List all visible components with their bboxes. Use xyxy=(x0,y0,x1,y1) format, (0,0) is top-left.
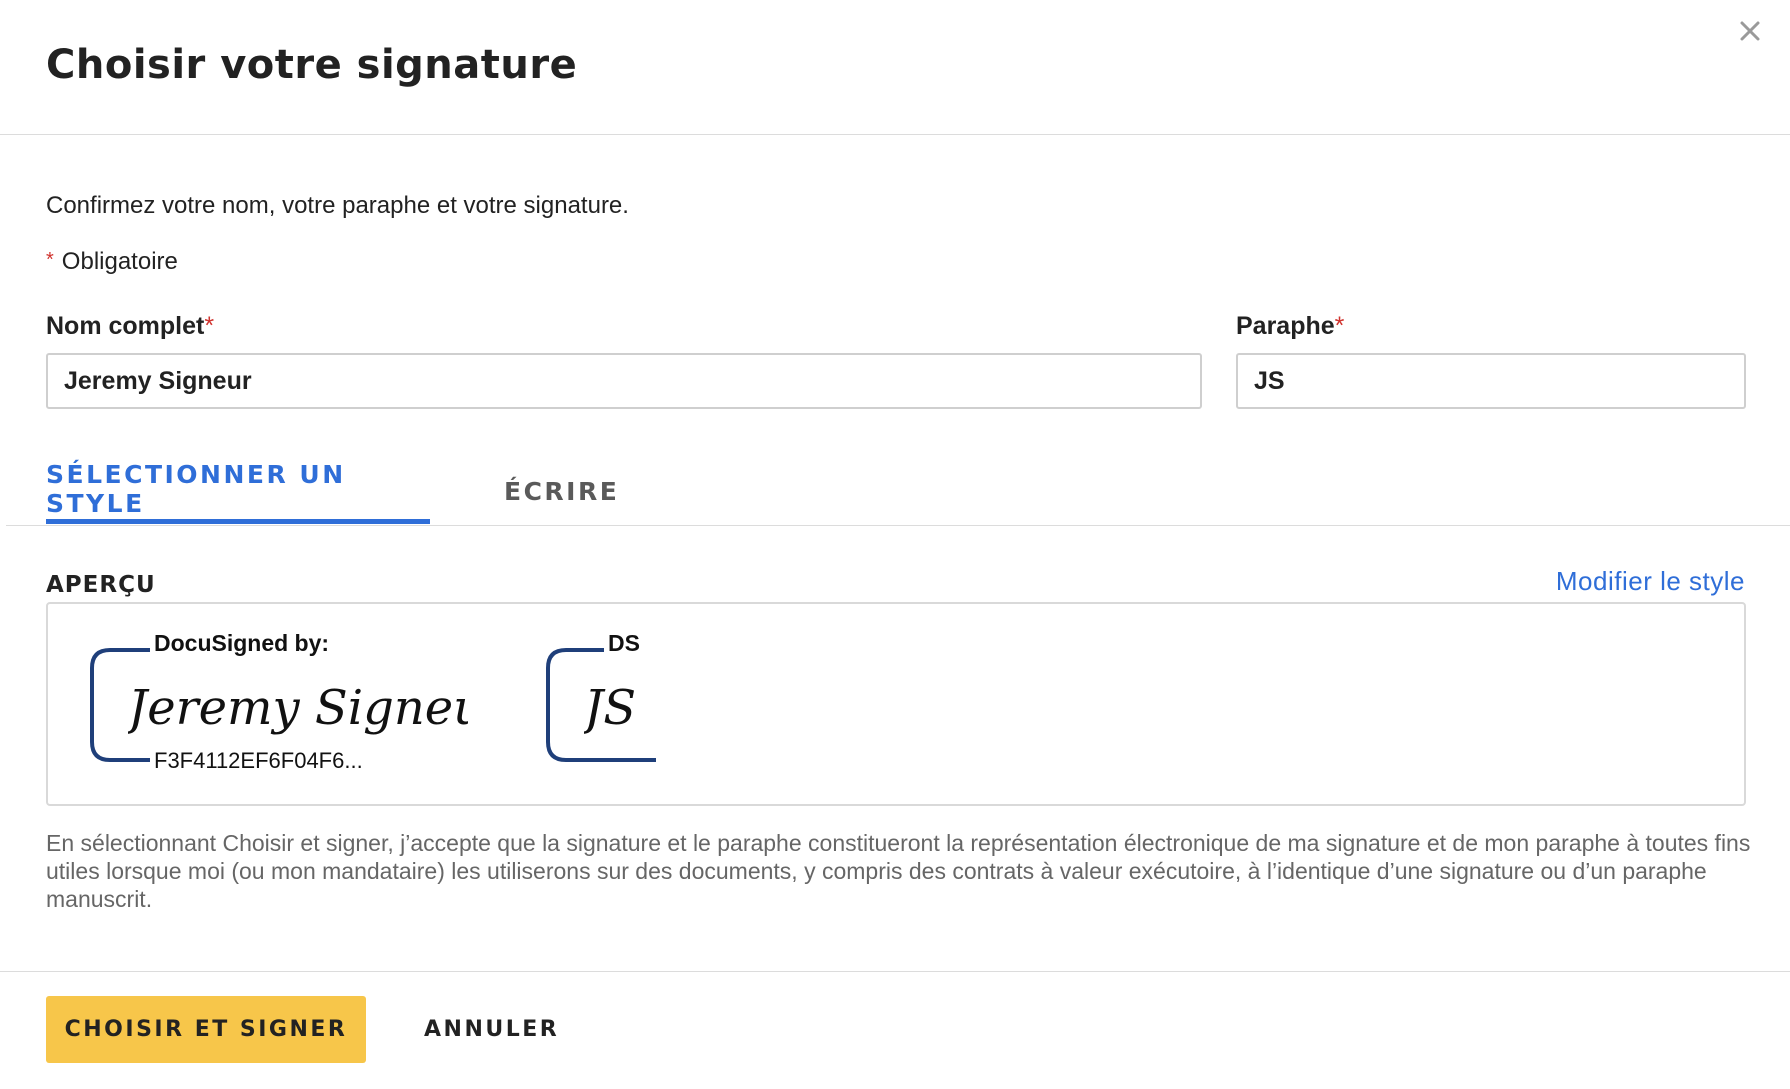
choose-and-sign-button[interactable]: CHOISIR ET SIGNER xyxy=(46,996,366,1063)
cancel-button[interactable]: ANNULER xyxy=(402,996,581,1063)
style-tabs: SÉLECTIONNER UN STYLE ÉCRIRE xyxy=(6,430,1790,526)
initials-script: JS xyxy=(584,680,636,736)
initials-required-asterisk: * xyxy=(1334,312,1345,340)
initials-label-text: Paraphe xyxy=(1236,312,1335,340)
preview-label: APERÇU xyxy=(46,572,156,598)
signature-hash: F3F4112EF6F04F6... xyxy=(152,748,365,774)
initials-input[interactable] xyxy=(1236,353,1746,409)
full-name-required-asterisk: * xyxy=(204,312,215,340)
tab-select-style[interactable]: SÉLECTIONNER UN STYLE xyxy=(46,458,430,524)
initials-stamp: DS JS xyxy=(544,624,664,784)
initials-label: Paraphe* xyxy=(1236,312,1344,341)
full-name-label: Nom complet* xyxy=(46,312,214,341)
full-name-input[interactable] xyxy=(46,353,1202,409)
tab-write[interactable]: ÉCRIRE xyxy=(504,458,619,524)
required-note-text: Obligatoire xyxy=(61,248,178,275)
signature-stamp: DocuSigned by: Jeremy Signeur F3F4112EF6… xyxy=(88,624,488,784)
dialog-header: Choisir votre signature xyxy=(0,0,1790,135)
full-name-label-text: Nom complet xyxy=(46,312,205,340)
modify-style-link[interactable]: Modifier le style xyxy=(1556,566,1745,597)
dialog-title: Choisir votre signature xyxy=(46,42,578,88)
signature-script: Jeremy Signeur xyxy=(128,680,468,736)
required-asterisk: * xyxy=(46,249,54,271)
initials-stamp-header: DS xyxy=(606,630,642,657)
close-icon xyxy=(1740,21,1760,40)
initials-script-text: JS xyxy=(584,680,636,736)
required-note: * Obligatoire xyxy=(46,248,178,276)
signature-script-text: Jeremy Signeur xyxy=(128,680,468,736)
intro-text: Confirmez votre nom, votre paraphe et vo… xyxy=(46,192,629,219)
signature-preview: DocuSigned by: Jeremy Signeur F3F4112EF6… xyxy=(46,602,1746,806)
dialog-footer: CHOISIR ET SIGNER ANNULER xyxy=(0,971,1790,1089)
docusigned-by-label: DocuSigned by: xyxy=(152,630,332,657)
close-button[interactable] xyxy=(1730,12,1770,52)
legal-disclaimer: En sélectionnant Choisir et signer, j’ac… xyxy=(46,830,1751,912)
